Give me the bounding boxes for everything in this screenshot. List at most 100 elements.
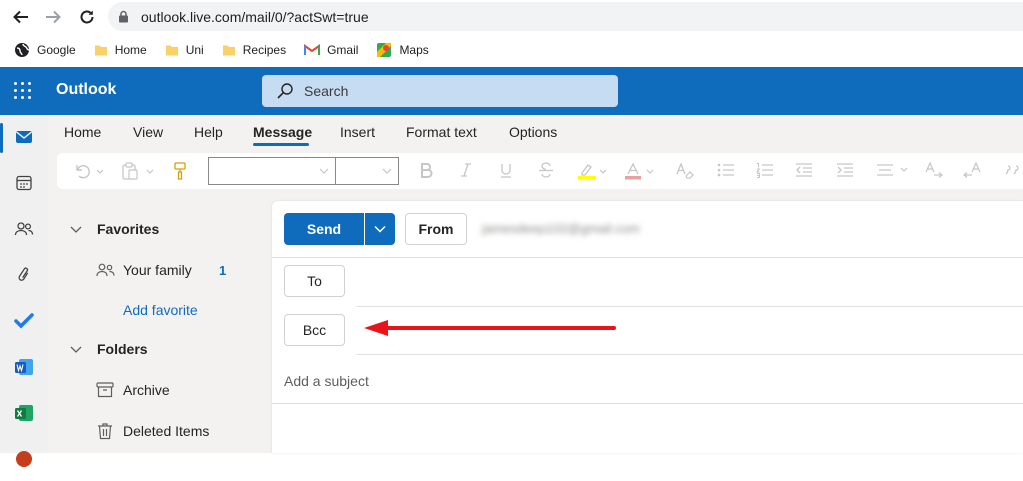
font-color-button[interactable]: [623, 162, 655, 180]
active-tab-indicator: [253, 143, 309, 146]
rtl-button[interactable]: [962, 162, 982, 178]
bookmark-label: Recipes: [242, 42, 287, 57]
bookmark-recipes[interactable]: Recipes: [222, 43, 286, 57]
bookmark-label: Maps: [399, 42, 429, 57]
rail-mail[interactable]: [0, 115, 48, 159]
bookmark-uni[interactable]: Uni: [165, 43, 204, 57]
send-options-button[interactable]: [364, 213, 395, 245]
font-size-dropdown[interactable]: [335, 157, 399, 185]
bookmarks-bar: Google Home Uni Recipes Gmail Maps: [0, 33, 1023, 66]
decrease-indent-icon: [796, 163, 812, 177]
trash-icon: [98, 423, 112, 440]
red-arrow-annotation: [364, 320, 616, 336]
address-bar[interactable]: outlook.live.com/mail/0/?actSwt=true: [108, 2, 1023, 31]
send-button[interactable]: Send: [284, 213, 364, 245]
bookmark-gmail[interactable]: Gmail: [304, 43, 358, 57]
bookmark-home[interactable]: Home: [94, 43, 147, 57]
bookmark-maps[interactable]: Maps: [376, 42, 429, 58]
strikethrough-icon: [539, 162, 553, 178]
tab-options[interactable]: Options: [509, 124, 557, 140]
folder-label: Your family: [123, 262, 192, 278]
url-text: outlook.live.com/mail/0/?actSwt=true: [141, 8, 369, 25]
quote-button[interactable]: [1005, 162, 1023, 178]
chevron-down-icon: [70, 226, 82, 233]
ltr-button[interactable]: [924, 162, 944, 178]
rail-word[interactable]: [0, 345, 48, 389]
tab-insert[interactable]: Insert: [340, 124, 375, 140]
search-icon: [276, 82, 294, 100]
folder-icon: [94, 43, 108, 57]
underline-button[interactable]: [499, 162, 513, 178]
app-brand[interactable]: Outlook: [56, 81, 116, 99]
bullets-button[interactable]: [717, 162, 735, 178]
rail-files[interactable]: [0, 253, 48, 297]
numbering-button[interactable]: [756, 162, 774, 178]
rail-calendar[interactable]: [0, 161, 48, 205]
tab-view[interactable]: View: [133, 124, 163, 140]
folder-deleted-items[interactable]: Deleted Items: [96, 422, 209, 440]
todo-check-icon: [14, 313, 34, 329]
rail-people[interactable]: [0, 207, 48, 251]
undo-button[interactable]: [73, 162, 103, 180]
align-icon: [877, 164, 908, 176]
people-icon: [14, 222, 34, 236]
forward-arrow-icon: [46, 10, 61, 24]
excel-icon: [15, 405, 33, 421]
search-placeholder: Search: [304, 83, 349, 99]
subject-field[interactable]: Add a subject: [284, 373, 369, 389]
underline-icon: [501, 164, 511, 178]
bookmark-label: Google: [37, 42, 76, 57]
rail-excel[interactable]: [0, 391, 48, 435]
unread-count: 1: [219, 263, 227, 278]
italic-button[interactable]: [459, 162, 473, 178]
add-favorite-link[interactable]: Add favorite: [123, 302, 198, 318]
back-button[interactable]: [10, 6, 32, 28]
mail-icon: [16, 131, 32, 143]
tab-home[interactable]: Home: [64, 124, 101, 140]
folder-archive[interactable]: Archive: [96, 382, 170, 398]
folder-your-family[interactable]: Your family: [96, 262, 192, 278]
bcc-field-underline: [357, 354, 1023, 355]
bookmark-google[interactable]: Google: [14, 42, 76, 58]
bookmark-label: Uni: [185, 42, 204, 57]
ribbon-tabs: Home View Help Message Insert Format tex…: [48, 115, 1023, 150]
bold-button[interactable]: [419, 162, 433, 178]
highlight-button[interactable]: [576, 162, 608, 180]
google-globe-icon: [14, 42, 30, 58]
reload-icon: [80, 10, 94, 24]
rail-powerpoint[interactable]: [0, 437, 48, 481]
bcc-button[interactable]: Bcc: [284, 314, 345, 346]
from-button[interactable]: From: [405, 213, 467, 245]
align-button[interactable]: [875, 162, 909, 178]
chevron-down-icon: [374, 225, 386, 233]
paste-button[interactable]: [121, 162, 155, 180]
divider: [272, 257, 1023, 258]
tab-format-text[interactable]: Format text: [406, 124, 477, 140]
tab-help[interactable]: Help: [194, 124, 223, 140]
strikethrough-button[interactable]: [538, 162, 554, 178]
app-launcher-icon[interactable]: [14, 82, 32, 100]
rail-todo[interactable]: [0, 299, 48, 343]
bookmark-label: Home: [114, 42, 147, 57]
folders-header[interactable]: Folders: [70, 341, 148, 357]
italic-icon: [461, 163, 471, 177]
decrease-indent-button[interactable]: [794, 162, 814, 178]
to-button[interactable]: To: [284, 265, 345, 297]
attachment-icon: [18, 267, 29, 281]
outlook-header: Outlook Search: [0, 67, 1023, 115]
tab-message[interactable]: Message: [253, 124, 312, 140]
format-painter-button[interactable]: [173, 162, 187, 180]
search-box[interactable]: Search: [262, 75, 618, 107]
clear-format-button[interactable]: [675, 162, 695, 180]
forward-button[interactable]: [42, 6, 64, 28]
favorites-header[interactable]: Favorites: [70, 221, 159, 237]
increase-indent-button[interactable]: [835, 162, 855, 178]
active-indicator: [0, 123, 3, 153]
undo-icon: [76, 165, 103, 179]
chevron-down-icon: [319, 168, 329, 174]
font-name-dropdown[interactable]: [208, 157, 336, 185]
reload-button[interactable]: [76, 6, 98, 28]
bookmark-label: Gmail: [327, 42, 359, 57]
format-painter-icon: [174, 162, 186, 180]
archive-icon: [96, 382, 114, 398]
